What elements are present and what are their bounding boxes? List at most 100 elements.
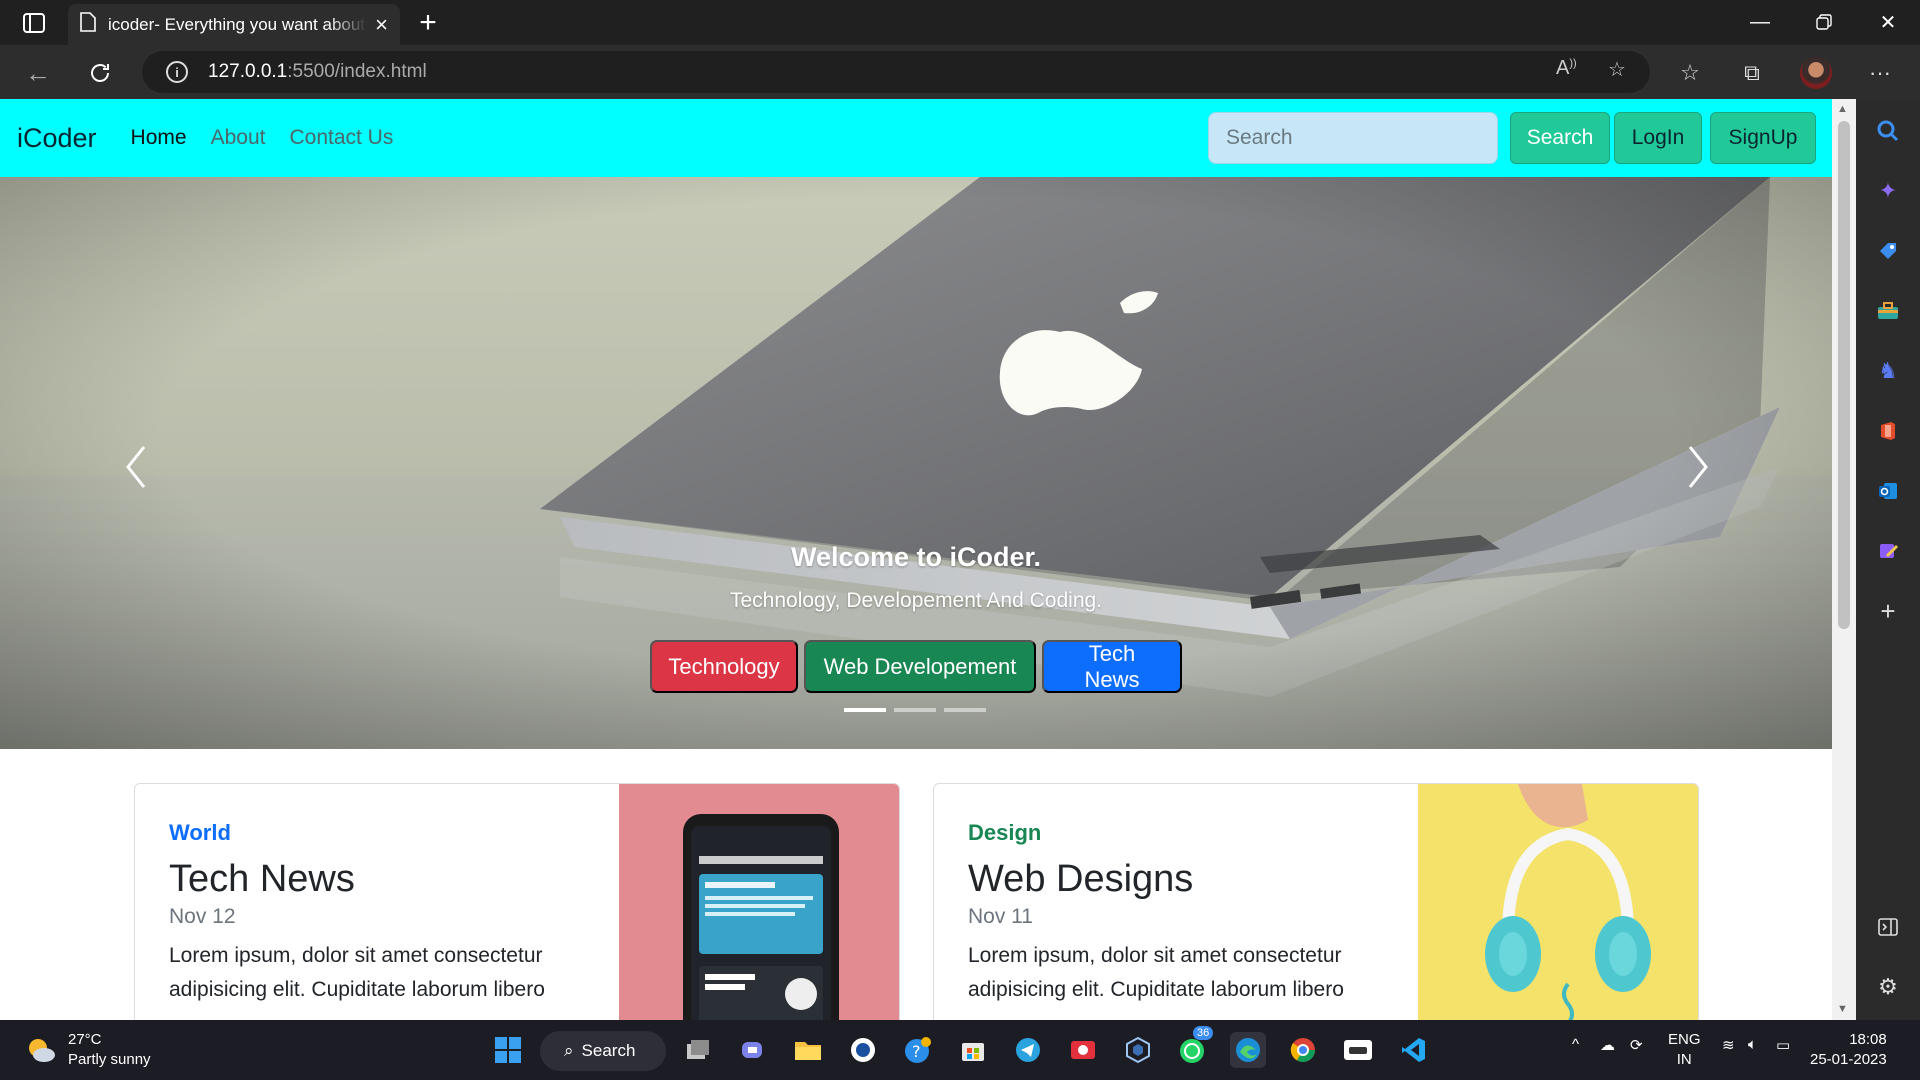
carousel-prev-icon[interactable] [118,437,158,497]
search-button[interactable]: Search [1510,112,1610,164]
tab-strip: icoder- Everything you want about coding… [0,0,1920,45]
search-icon: ⌕ [564,1041,574,1060]
tab-actions-icon[interactable] [18,10,50,36]
volume-icon[interactable]: 🔈︎ [1748,1036,1757,1053]
info-icon[interactable]: i [166,61,188,83]
nav-contact-link[interactable]: Contact Us [289,126,393,150]
weather-widget[interactable]: 27°C Partly sunny [26,1030,151,1070]
wifi-icon[interactable]: ≋ [1722,1036,1735,1054]
carousel-buttons: Technology Web Developement Tech News [650,640,1182,693]
virtualbox-icon[interactable] [1120,1032,1156,1068]
favorites-icon[interactable]: ☆ [1672,55,1708,91]
slide-indicator-1[interactable] [844,708,886,712]
article-card: World Tech News Nov 12 Lorem ipsum, dolo… [134,783,900,1020]
sync-icon[interactable]: ⟳ [1630,1036,1643,1054]
settings-gear-icon[interactable]: ⚙ [1872,971,1904,1003]
login-button[interactable]: LogIn [1614,112,1702,164]
designer-icon[interactable] [1872,535,1904,567]
collections-icon[interactable]: ⧉ [1734,55,1770,91]
refresh-icon[interactable] [82,55,118,91]
language-code: ENG [1668,1031,1701,1048]
close-tab-icon[interactable]: × [375,12,388,38]
edge-browser-icon[interactable] [1230,1032,1266,1068]
hide-sidebar-icon[interactable] [1872,911,1904,943]
get-help-icon[interactable]: ? [900,1032,936,1068]
read-aloud-icon[interactable]: A)) [1556,57,1577,80]
page-icon [80,12,96,37]
address-bar-row: ← i 127.0.0.1:5500/index.html A)) ☆ ☆ ⧉ … [0,45,1920,99]
restore-icon[interactable] [1794,4,1854,40]
new-tab-icon[interactable]: + [412,6,444,40]
file-explorer-icon[interactable] [790,1032,826,1068]
battery-icon[interactable]: ▭ [1776,1036,1790,1054]
games-icon[interactable]: ♞ [1872,355,1904,387]
tools-icon[interactable] [1872,295,1904,327]
url-host: 127.0.0.1 [208,61,288,82]
search-input[interactable] [1208,112,1498,164]
minimize-icon[interactable]: — [1730,4,1790,40]
language-indicator[interactable]: ENG IN [1668,1030,1701,1070]
nav-about-link[interactable]: About [211,126,266,150]
chrome-icon[interactable] [1285,1032,1321,1068]
windows-taskbar: 27°C Partly sunny ⌕ Search ? 36 ^ ☁ ⟳ EN… [0,1020,1920,1080]
search-icon[interactable] [1872,115,1904,147]
add-favorite-icon[interactable]: ☆ [1608,57,1626,82]
profile-avatar[interactable] [1800,57,1832,89]
phone-image [619,784,899,1020]
add-icon[interactable]: + [1872,595,1904,627]
scroll-thumb[interactable] [1838,121,1850,629]
show-hidden-icons[interactable]: ^ [1572,1036,1579,1053]
card-title: Tech News [169,858,355,900]
vscode-icon[interactable] [1395,1032,1431,1068]
circle-app-icon[interactable] [845,1032,881,1068]
browser-tab[interactable]: icoder- Everything you want about coding… [68,4,400,45]
scroll-down-icon[interactable]: ▼ [1837,1003,1848,1015]
headphones-image [1418,784,1698,1020]
carousel-caption: Welcome to iCoder. Technology, Developem… [0,542,1832,613]
slide-indicator-2[interactable] [894,708,936,712]
office-icon[interactable] [1872,415,1904,447]
signup-button[interactable]: SignUp [1710,112,1816,164]
close-window-icon[interactable]: ✕ [1858,4,1918,40]
whatsapp-icon[interactable]: 36 [1175,1026,1214,1068]
nav-home-link[interactable]: Home [131,126,187,150]
site-navbar: iCoder Home About Contact Us Search LogI… [0,99,1832,177]
region-code: IN [1676,1051,1692,1068]
outlook-icon[interactable] [1872,475,1904,507]
card-text: Lorem ipsum, dolor sit amet consectetur … [968,944,1344,1001]
onedrive-icon[interactable]: ☁ [1600,1036,1615,1054]
clock-date: 25-01-2023 [1810,1051,1887,1068]
telegram-icon[interactable] [1010,1032,1046,1068]
web-developement-button[interactable]: Web Developement [804,640,1036,693]
scroll-up-icon[interactable]: ▲ [1837,103,1848,115]
clock-time: 18:08 [1849,1031,1887,1048]
brand-logo[interactable]: iCoder [17,123,97,154]
windows-start-icon[interactable] [490,1032,526,1068]
slide-indicator-3[interactable] [944,708,986,712]
technology-button[interactable]: Technology [650,640,798,693]
system-clock[interactable]: 18:08 25-01-2023 [1810,1030,1887,1070]
copilot-icon[interactable]: ✦ [1872,175,1904,207]
task-view-icon[interactable] [680,1032,716,1068]
teams-chat-icon[interactable] [735,1032,771,1068]
page-scrollbar[interactable]: ▲ ▼ [1832,99,1856,1020]
url-path: :5500/index.html [287,61,427,82]
more-menu-icon[interactable]: ··· [1862,55,1898,91]
weather-temp: 27°C [68,1031,102,1048]
back-icon[interactable]: ← [20,55,56,91]
tab-title: icoder- Everything you want about coding [108,14,367,34]
tech-news-button[interactable]: Tech News [1042,640,1182,693]
carousel-next-icon[interactable] [1676,437,1716,497]
url-field[interactable]: i 127.0.0.1:5500/index.html [142,51,1650,93]
car-app-icon[interactable] [1340,1032,1376,1068]
card-text: Lorem ipsum, dolor sit amet consectetur … [169,944,545,1001]
weather-condition: Partly sunny [68,1051,151,1068]
card-category: Design [968,820,1042,845]
card-date: Nov 12 [169,905,236,928]
shopping-icon[interactable] [1872,235,1904,267]
article-card: Design Web Designs Nov 11 Lorem ipsum, d… [933,783,1699,1020]
store-icon[interactable] [955,1032,991,1068]
recorder-icon[interactable] [1065,1032,1101,1068]
taskbar-search[interactable]: ⌕ Search [540,1031,666,1071]
card-date: Nov 11 [968,905,1033,928]
